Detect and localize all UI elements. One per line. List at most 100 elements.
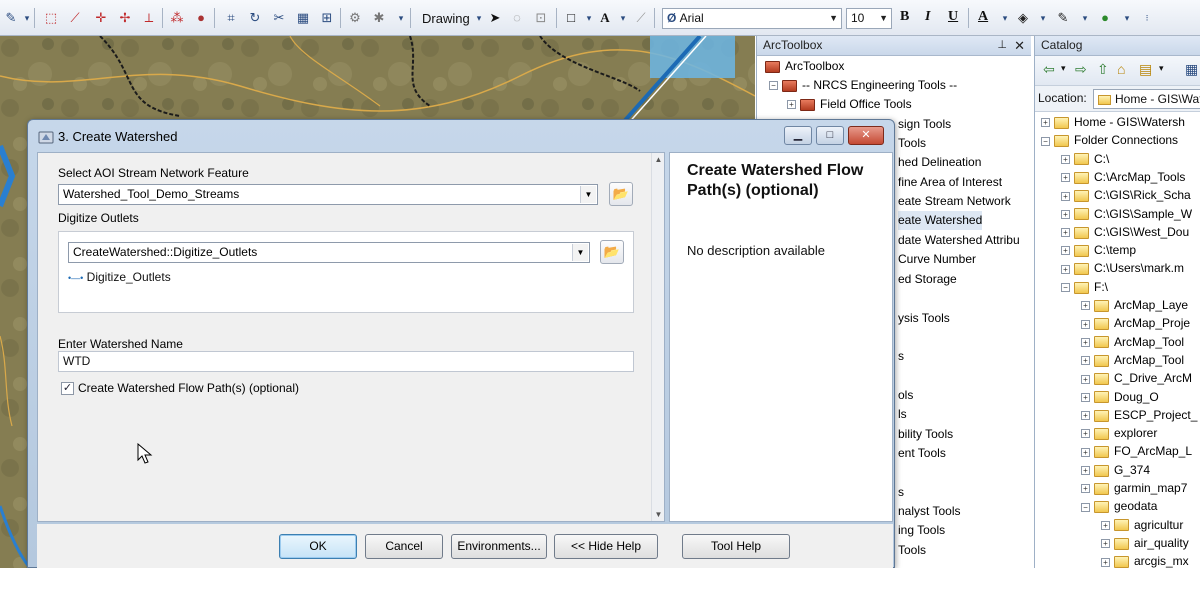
catalog-tree-item[interactable]: + C:\GIS\Rick_Scha	[1061, 186, 1191, 205]
text-tool-icon[interactable]: A	[596, 9, 614, 27]
collapse-icon[interactable]: −	[1041, 136, 1050, 146]
tree-item[interactable]: ent Tools	[898, 444, 946, 463]
outlets-browse-button[interactable]: 📂	[600, 240, 624, 264]
expand-icon[interactable]: +	[1101, 539, 1110, 549]
catalog-tree-item[interactable]: + agricultur	[1101, 516, 1183, 535]
node-tool-icon[interactable]: ✢	[116, 9, 134, 27]
reshape-icon[interactable]: ↻	[246, 9, 264, 27]
catalog-tree-item[interactable]: + ArcMap_Laye	[1081, 296, 1188, 315]
expand-icon[interactable]: +	[1101, 520, 1110, 530]
close-icon[interactable]: ✕	[1014, 36, 1025, 55]
catalog-tree-item[interactable]: + ArcMap_Tool	[1081, 333, 1184, 352]
font-size-select[interactable]: 10 ▼	[846, 8, 892, 29]
edit-text-icon[interactable]: ⟋	[632, 9, 650, 27]
pin-icon[interactable]: ⊥	[997, 36, 1007, 55]
scatter-tool-icon[interactable]: ⁂	[168, 9, 186, 27]
expand-icon[interactable]: +	[1061, 154, 1070, 164]
bold-button[interactable]: B	[900, 9, 909, 25]
expand-icon[interactable]: +	[1041, 118, 1050, 128]
tree-group[interactable]: − -- NRCS Engineering Tools --	[769, 76, 957, 95]
edit-vertices-icon[interactable]: ⌗	[222, 9, 240, 27]
dropdown-arrow-icon[interactable]: ▾	[392, 9, 410, 27]
catalog-tree-item[interactable]: − F:\	[1061, 278, 1108, 297]
maximize-button[interactable]: □	[816, 126, 844, 145]
back-icon[interactable]: ⇦	[1043, 61, 1055, 78]
collapse-icon[interactable]: −	[1081, 502, 1090, 512]
catalog-tree-item[interactable]: + C:\GIS\Sample_W	[1061, 205, 1192, 224]
catalog-tree-item[interactable]: + G_374	[1081, 461, 1150, 480]
cut-polygon-icon[interactable]: ✂	[270, 9, 288, 27]
catalog-tree-item[interactable]: + Home - GIS\Watersh	[1041, 113, 1185, 132]
tree-item[interactable]: ed Storage	[898, 270, 957, 289]
tree-item[interactable]: bility Tools	[898, 425, 953, 444]
expand-icon[interactable]: +	[1061, 173, 1070, 183]
ok-button[interactable]: OK	[279, 534, 357, 559]
catalog-tree-item[interactable]: + garmin_map7	[1081, 479, 1187, 498]
italic-button[interactable]: I	[925, 9, 930, 25]
expand-icon[interactable]: +	[1081, 392, 1090, 402]
tree-item[interactable]: eate Stream Network	[898, 192, 1011, 211]
font-color-button[interactable]: A	[978, 9, 988, 25]
toolbar-overflow-icon[interactable]: ⁝	[1138, 9, 1156, 27]
rectangle-icon[interactable]: □	[562, 9, 580, 27]
scroll-down-icon[interactable]: ▼	[652, 510, 665, 519]
tree-item[interactable]: ls	[898, 405, 907, 424]
zoom-page-icon[interactable]: ⊡	[532, 9, 550, 27]
collapse-icon[interactable]: −	[769, 81, 778, 91]
cancel-button[interactable]: Cancel	[365, 534, 443, 559]
dropdown-arrow-icon[interactable]: ▾	[1076, 9, 1094, 27]
expand-icon[interactable]: +	[787, 100, 796, 110]
underline-button[interactable]: U	[948, 9, 958, 25]
minimize-button[interactable]: ▁	[784, 126, 812, 145]
expand-icon[interactable]: +	[1101, 557, 1110, 567]
settings-icon[interactable]: ⚙	[346, 9, 364, 27]
outlets-list-item[interactable]: •—• Digitize_Outlets	[68, 270, 171, 284]
font-name-select[interactable]: Ø Arial ▼	[662, 8, 842, 29]
tree-item[interactable]: hed Delineation	[898, 153, 981, 172]
expand-icon[interactable]: +	[1081, 484, 1090, 494]
tree-item-selected[interactable]: eate Watershed	[898, 211, 983, 230]
catalog-tree-item[interactable]: + Doug_O	[1081, 388, 1159, 407]
tree-item[interactable]: s	[898, 347, 904, 366]
tree-item[interactable]: Curve Number	[898, 250, 976, 269]
tree-item[interactable]: Tools	[898, 541, 926, 560]
tree-item[interactable]: fine Area of Interest	[898, 173, 1002, 192]
catalog-tree-item[interactable]: + air_quality	[1101, 534, 1189, 553]
catalog-tree-item[interactable]: + ESCP_Project_	[1081, 406, 1197, 425]
expand-icon[interactable]: +	[1081, 374, 1090, 384]
expand-icon[interactable]: +	[1061, 246, 1070, 256]
tree-item[interactable]: + Field Office Tools	[787, 95, 912, 114]
catalog-tree-item[interactable]: + arcgis_mx	[1101, 552, 1189, 568]
hide-help-button[interactable]: << Hide Help	[554, 534, 658, 559]
tree-item[interactable]: sign Tools	[898, 115, 951, 134]
vertex-tool-icon[interactable]: ✛	[92, 9, 110, 27]
dropdown-arrow-icon[interactable]: ▾	[1061, 63, 1066, 74]
forward-icon[interactable]: ⇨	[1075, 61, 1087, 78]
dropdown-arrow-icon[interactable]: ▾	[614, 9, 632, 27]
line-color-icon[interactable]: ✎	[1054, 9, 1072, 27]
dropdown-arrow-icon[interactable]: ▾	[1159, 63, 1164, 74]
expand-icon[interactable]: +	[1081, 356, 1090, 366]
catalog-tree-item[interactable]: + C_Drive_ArcM	[1081, 369, 1192, 388]
aoi-browse-button[interactable]: 📂	[609, 182, 633, 206]
grid-icon[interactable]: ▦	[294, 9, 312, 27]
collapse-icon[interactable]: −	[1061, 283, 1070, 293]
catalog-tree-item[interactable]: + C:\	[1061, 150, 1109, 169]
table-icon[interactable]: ⊞	[318, 9, 336, 27]
globe-icon[interactable]: ●	[192, 9, 210, 27]
expand-icon[interactable]: +	[1081, 337, 1090, 347]
line-tool-icon[interactable]: ⟋	[66, 9, 84, 27]
scroll-up-icon[interactable]: ▲	[652, 155, 665, 164]
tree-item[interactable]: ing Tools	[898, 521, 945, 540]
outlets-select[interactable]: CreateWatershed::Digitize_Outlets ▼	[68, 242, 590, 263]
catalog-tree-item[interactable]: + ArcMap_Proje	[1081, 314, 1190, 333]
dropdown-arrow-icon[interactable]: ▾	[1034, 9, 1052, 27]
catalog-tree-item[interactable]: + C:\ArcMap_Tools	[1061, 168, 1185, 187]
parameters-scrollbar[interactable]: ▲ ▼	[651, 153, 664, 521]
sketch-tool-icon[interactable]: ⬚	[42, 9, 60, 27]
watershed-name-input[interactable]: WTD	[58, 351, 634, 372]
expand-icon[interactable]: +	[1061, 191, 1070, 201]
rotate-icon[interactable]: ◌	[508, 9, 526, 27]
environments-button[interactable]: Environments...	[451, 534, 547, 559]
tree-item[interactable]: nalyst Tools	[898, 502, 960, 521]
